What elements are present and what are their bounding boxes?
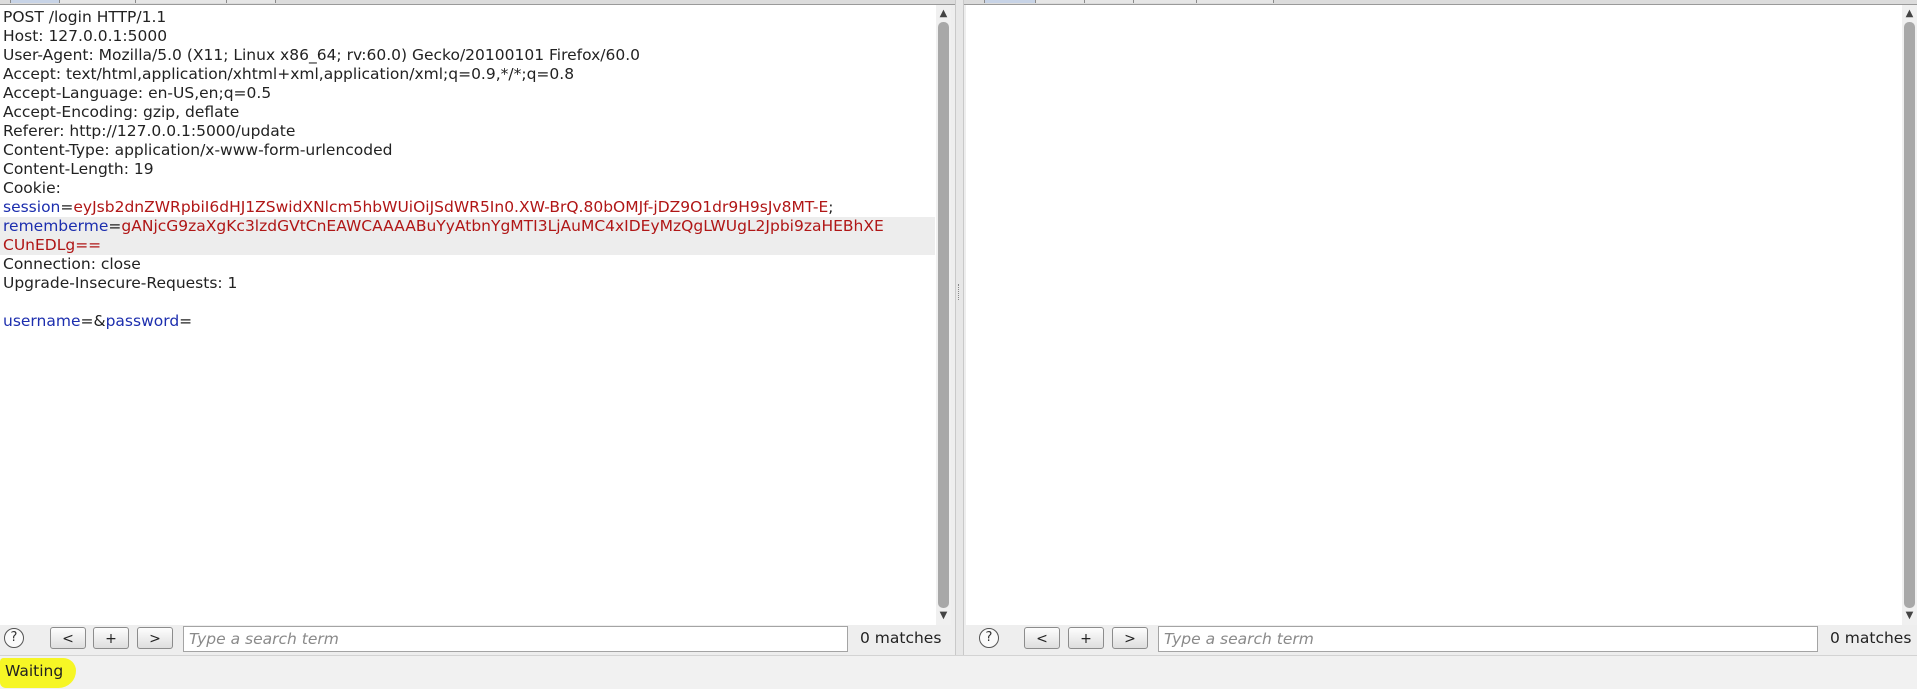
request-line	[0, 293, 935, 312]
scrollbar-thumb[interactable]	[938, 22, 949, 608]
line-text: POST /login HTTP/1.1	[3, 8, 167, 26]
scroll-up-arrow-icon[interactable]: ▲	[1902, 7, 1917, 21]
response-tab-headers[interactable]	[1035, 0, 1085, 3]
request-line: User-Agent: Mozilla/5.0 (X11; Linux x86_…	[0, 46, 935, 65]
param-name: username	[3, 312, 81, 330]
response-tab-raw[interactable]	[984, 0, 1036, 3]
search-next-button[interactable]: >	[1112, 627, 1148, 649]
response-editor[interactable]	[966, 8, 1901, 625]
request-tab-params[interactable]	[59, 0, 136, 3]
request-tab-headers[interactable]	[135, 0, 227, 3]
response-search-bar: ? < + > 0 matches	[966, 625, 1917, 653]
help-icon[interactable]: ?	[979, 628, 999, 648]
param-name: password	[105, 312, 180, 330]
split-pane-divider[interactable]	[955, 0, 964, 655]
request-line: Connection: close	[0, 255, 935, 274]
param-name: session	[3, 198, 61, 216]
status-text: Waiting	[5, 662, 64, 680]
line-text: Content-Length: 19	[3, 160, 154, 178]
request-editor[interactable]: POST /login HTTP/1.1 Host: 127.0.0.1:5000…	[0, 8, 935, 625]
request-tab-hex[interactable]	[226, 0, 276, 3]
search-match-count: 0 matches	[1830, 629, 1912, 647]
line-text: Upgrade-Insecure-Requests: 1	[3, 274, 238, 292]
search-next-button[interactable]: >	[137, 627, 173, 649]
search-add-button[interactable]: +	[93, 627, 129, 649]
response-pane: ▲ ▼	[966, 5, 1917, 625]
line-text: Accept: text/html,application/xhtml+xml,…	[3, 65, 575, 83]
line-text: =	[60, 198, 74, 216]
param-value: eyJsb2dnZWRpbiI6dHJ1ZSwidXNlcm5hbWUiOiJS…	[73, 198, 829, 216]
line-text: Accept-Language: en-US,en;q=0.5	[3, 84, 272, 102]
request-line: Content-Type: application/x-www-form-url…	[0, 141, 935, 160]
line-text: =	[179, 312, 193, 330]
request-search-bar: ? < + > 0 matches	[0, 625, 955, 653]
request-line: Accept-Encoding: gzip, deflate	[0, 103, 935, 122]
search-input[interactable]	[183, 626, 848, 652]
request-line: Accept-Language: en-US,en;q=0.5	[0, 84, 935, 103]
search-match-count: 0 matches	[860, 629, 942, 647]
request-line: Content-Length: 19	[0, 160, 935, 179]
request-line: POST /login HTTP/1.1	[0, 8, 935, 27]
help-icon[interactable]: ?	[4, 628, 24, 648]
param-value: gANjcG9zaXgKc3lzdGVtCnEAWCAAAABuYyAtbnYg…	[121, 217, 884, 235]
line-text: Connection: close	[3, 255, 141, 273]
line-text: Cookie:	[3, 179, 61, 197]
line-text: =&	[80, 312, 106, 330]
request-line: username=&password=	[0, 312, 935, 331]
scroll-down-arrow-icon[interactable]: ▼	[1902, 609, 1917, 623]
scrollbar-thumb[interactable]	[1904, 22, 1915, 608]
request-line: session=eyJsb2dnZWRpbiI6dHJ1ZSwidXNlcm5h…	[0, 198, 935, 217]
request-line: Upgrade-Insecure-Requests: 1	[0, 274, 935, 293]
line-text: Referer: http://127.0.0.1:5000/update	[3, 122, 296, 140]
line-text: =	[108, 217, 122, 235]
response-tab-html[interactable]	[1133, 0, 1197, 3]
search-previous-button[interactable]: <	[50, 627, 86, 649]
line-text: Host: 127.0.0.1:5000	[3, 27, 168, 45]
search-previous-button[interactable]: <	[1024, 627, 1060, 649]
scroll-up-arrow-icon[interactable]: ▲	[936, 7, 951, 21]
status-bar: Waiting	[0, 655, 1917, 689]
line-text: User-Agent: Mozilla/5.0 (X11; Linux x86_…	[3, 46, 641, 64]
line-text: ;	[828, 198, 834, 216]
request-line: Accept: text/html,application/xhtml+xml,…	[0, 65, 935, 84]
search-input[interactable]	[1158, 626, 1818, 652]
search-add-button[interactable]: +	[1068, 627, 1104, 649]
response-tab-render[interactable]	[1196, 0, 1274, 3]
request-line: Referer: http://127.0.0.1:5000/update	[0, 122, 935, 141]
request-line: Host: 127.0.0.1:5000	[0, 27, 935, 46]
request-line: Cookie:	[0, 179, 935, 198]
line-text: Accept-Encoding: gzip, deflate	[3, 103, 240, 121]
line-text: Content-Type: application/x-www-form-url…	[3, 141, 393, 159]
request-line: CUnEDLg==	[0, 236, 935, 255]
param-value: CUnEDLg==	[3, 236, 102, 254]
response-vertical-scrollbar[interactable]: ▲ ▼	[1902, 5, 1917, 625]
request-pane: POST /login HTTP/1.1 Host: 127.0.0.1:5000…	[0, 5, 951, 625]
param-name: rememberme	[3, 217, 109, 235]
request-tab-raw[interactable]	[10, 0, 60, 3]
scroll-down-arrow-icon[interactable]: ▼	[936, 609, 951, 623]
request-vertical-scrollbar[interactable]: ▲ ▼	[936, 5, 951, 625]
request-line: rememberme=gANjcG9zaXgKc3lzdGVtCnEAWCAAA…	[0, 217, 935, 236]
response-tab-hex[interactable]	[1084, 0, 1134, 3]
divider-grip[interactable]	[958, 284, 962, 300]
